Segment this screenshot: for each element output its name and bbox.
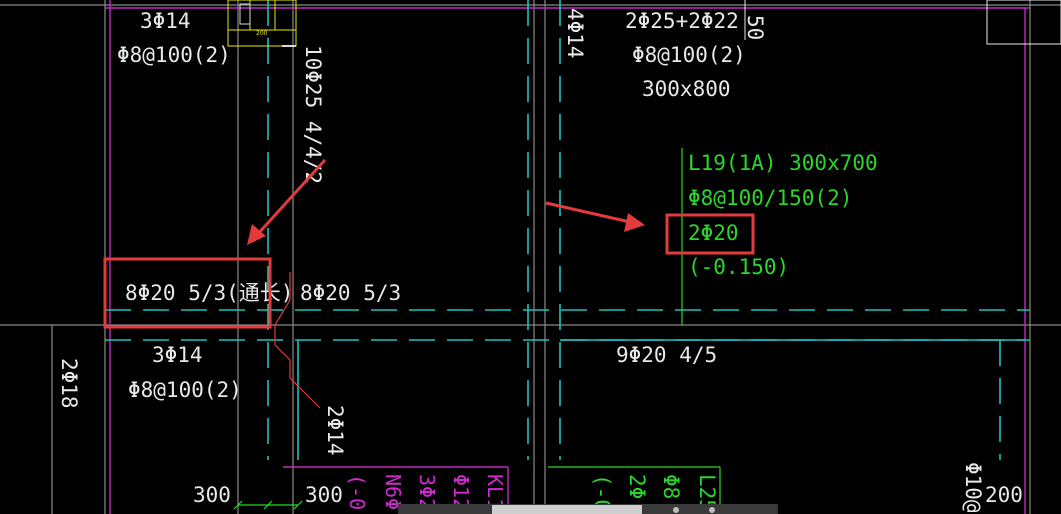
mag-level: (-0.1 bbox=[345, 474, 369, 514]
arrow-to-l19-box bbox=[545, 201, 645, 232]
lower-2phi14: 2Φ14 bbox=[323, 405, 347, 456]
arrow-to-left-box bbox=[247, 158, 327, 245]
top-mid-stirrup: Φ8@100(2) bbox=[632, 43, 746, 67]
cad-drawing-canvas[interactable]: 200 3Φ14 Φ8@100(2) 10Φ25 4/4/2 4Φ14 2Φ25… bbox=[0, 0, 1061, 514]
l19-stirrup: Φ8@100/150(2) bbox=[688, 186, 852, 210]
title-box-corner bbox=[986, 0, 1061, 45]
left-2phi18: 2Φ18 bbox=[57, 358, 81, 409]
lower-mid-bars: 9Φ20 4/5 bbox=[616, 343, 717, 367]
top-mid-bars: 2Φ25+2Φ22 bbox=[625, 9, 739, 33]
dim-300-b: 300 bbox=[305, 483, 343, 507]
bottom-right-phi10: Φ10@ bbox=[961, 462, 985, 513]
top-mid-size: 300x800 bbox=[642, 77, 731, 101]
lower-left-stirrup: Φ8@100(2) bbox=[128, 378, 242, 402]
dim-50: 50 bbox=[743, 15, 767, 40]
left-mid-bars: 8Φ20 5/3(通长) bbox=[125, 281, 293, 305]
top-mid-side-bars: 4Φ14 bbox=[563, 8, 587, 59]
dim-300-a: 300 bbox=[193, 483, 231, 507]
l19-level: (-0.150) bbox=[688, 255, 789, 279]
dim-ticks-bottom bbox=[233, 500, 303, 510]
l19-name: L19(1A) 300x700 bbox=[688, 151, 878, 175]
overlay-dot-icon[interactable] bbox=[709, 507, 715, 513]
overlay-dot-icon[interactable] bbox=[673, 507, 679, 513]
top-left-stirrup: Φ8@100(2) bbox=[117, 43, 231, 67]
small-dim-label: 200 bbox=[256, 30, 268, 37]
grn-phi8: Φ8 bbox=[659, 474, 683, 499]
grn-2phi: 2Φ bbox=[625, 474, 649, 499]
l19-bars: 2Φ20 bbox=[688, 221, 739, 245]
lower-left-bars: 3Φ14 bbox=[152, 343, 203, 367]
drawing-svg: 200 3Φ14 Φ8@100(2) 10Φ25 4/4/2 4Φ14 2Φ25… bbox=[0, 0, 1061, 514]
overlay-toolbar-field[interactable] bbox=[492, 505, 642, 514]
bottom-right-200: 200 bbox=[985, 483, 1023, 507]
top-left-bars: 3Φ14 bbox=[140, 9, 191, 33]
center-mid-bars: 8Φ20 5/3 bbox=[300, 281, 401, 305]
